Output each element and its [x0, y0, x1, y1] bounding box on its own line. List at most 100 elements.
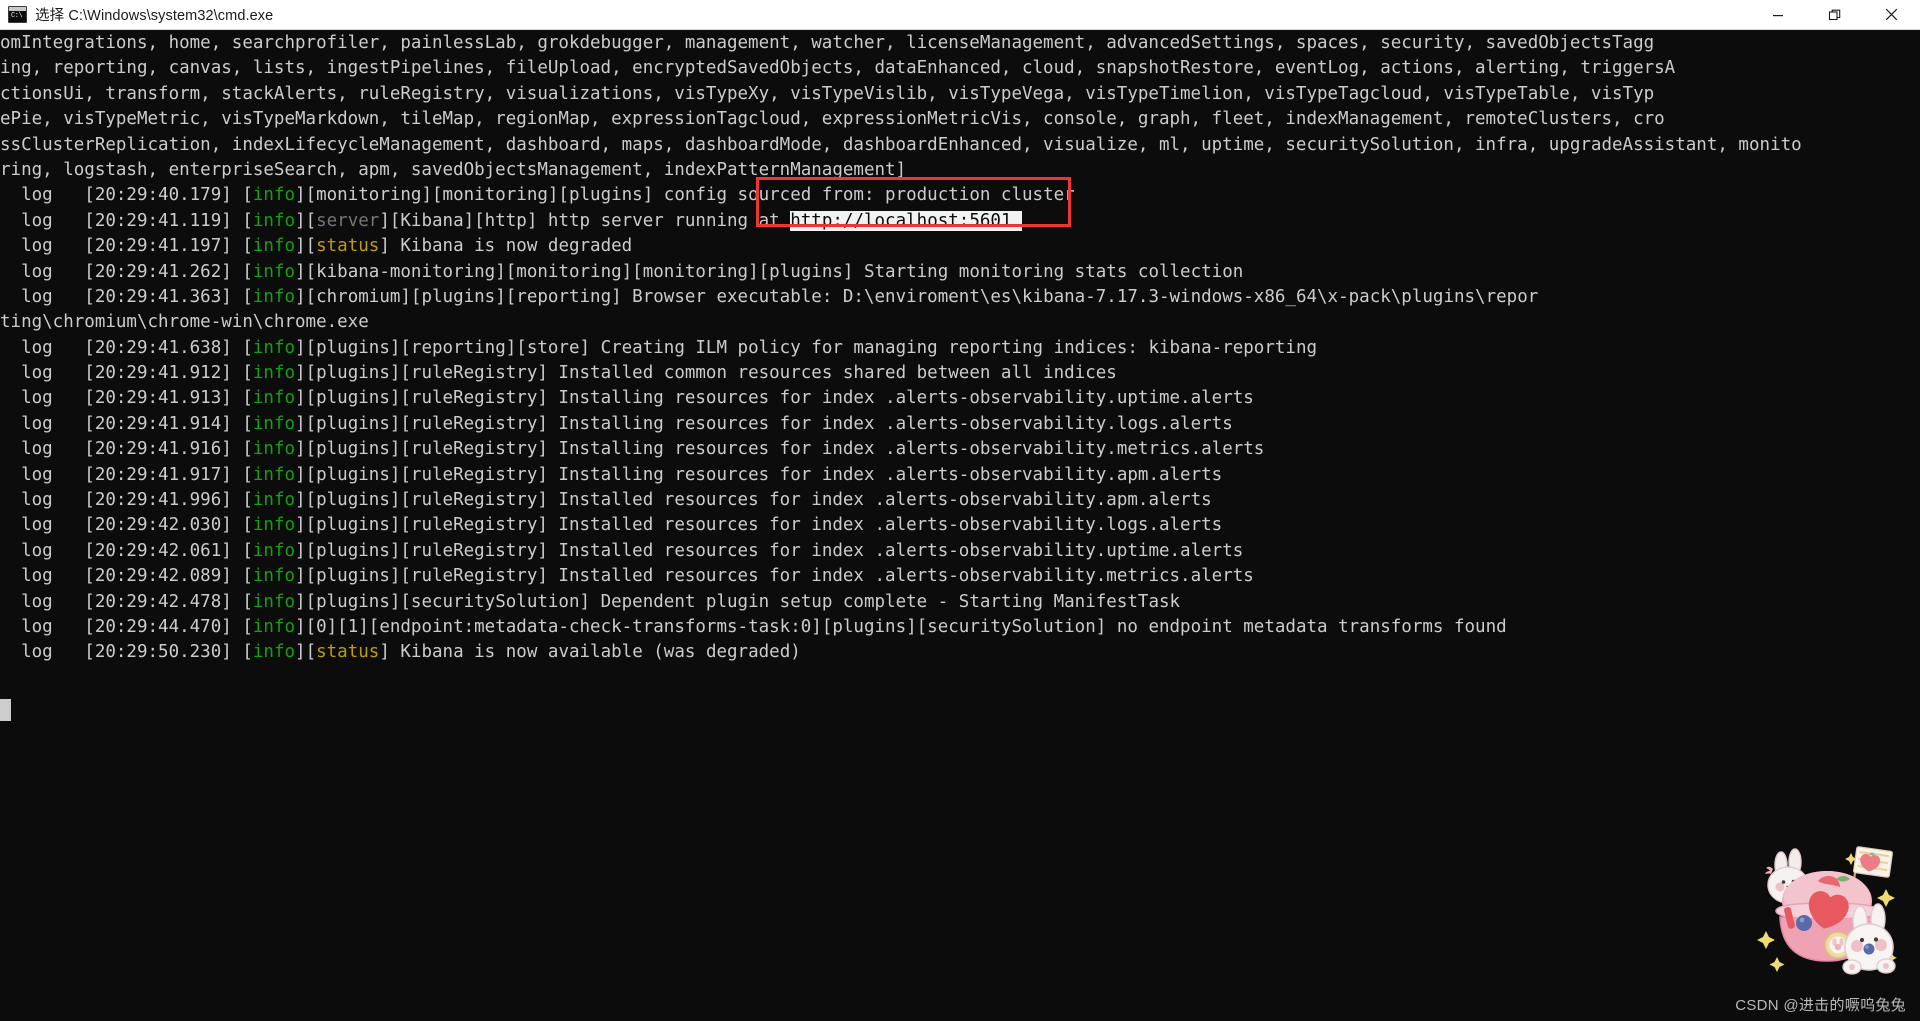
- cmd-icon: C:\: [8, 6, 27, 23]
- console-line: ring, logstash, enterpriseSearch, apm, s…: [0, 158, 1920, 183]
- console-text-span: ][: [295, 236, 317, 257]
- console-text-span: ][plugins][ruleRegistry] Installing reso…: [295, 388, 1254, 409]
- strawberry-bingsu-bunnies-sticker: [1757, 846, 1897, 975]
- console-line: log [20:29:41.363] [info][chromium][plug…: [0, 285, 1920, 310]
- console-text-span: log [20:29:41.913] [: [0, 388, 253, 409]
- console-line: log [20:29:44.470] [info][0][1][endpoint…: [0, 615, 1920, 640]
- console-text-span: info: [252, 388, 296, 409]
- console-line: log [20:29:41.916] [info][plugins][ruleR…: [0, 437, 1920, 462]
- console-line: log [20:29:42.089] [info][plugins][ruleR…: [0, 564, 1920, 589]
- console-text-span: omIntegrations, home, searchprofiler, pa…: [0, 33, 1655, 53]
- console-text-span: info: [252, 540, 296, 561]
- console-text-span: info: [252, 490, 296, 511]
- console-line: log [20:29:41.914] [info][plugins][ruleR…: [0, 412, 1920, 437]
- window-title: 选择 C:\Windows\system32\cmd.exe: [35, 8, 274, 24]
- console-text-span: log [20:29:41.914] [: [0, 413, 253, 434]
- console-text-span: ][plugins][ruleRegistry] Installed resou…: [295, 515, 1223, 536]
- console-text-span: log [20:29:41.917] [: [0, 464, 253, 485]
- console-line: ting\chromium\chrome-win\chrome.exe: [0, 310, 1920, 335]
- console-text-span[interactable]: http://localhost:5601: [790, 210, 1012, 231]
- console-cursor: [0, 699, 11, 721]
- console-text-span: log [20:29:41.912] [: [0, 363, 253, 384]
- console-text-span: info: [252, 286, 296, 307]
- console-text-span: log [20:29:41.916] [: [0, 439, 253, 460]
- console-line: log [20:29:41.912] [info][plugins][ruleR…: [0, 361, 1920, 386]
- csdn-watermark: CSDN @进击的噘呜兔兔: [1735, 997, 1906, 1014]
- console-text-span: log [20:29:41.996] [: [0, 490, 253, 511]
- console-text-span: ][plugins][ruleRegistry] Installed commo…: [295, 363, 1117, 384]
- console-line: log [20:29:42.030] [info][plugins][ruleR…: [0, 513, 1920, 538]
- console-line: ing, reporting, canvas, lists, ingestPip…: [0, 56, 1920, 81]
- console-text-span: info: [252, 439, 296, 460]
- console-text-span: log [20:29:50.230] [: [0, 642, 253, 663]
- console-text-span: ssClusterReplication, indexLifecycleMana…: [0, 134, 1802, 155]
- console-text-span: info: [252, 185, 296, 206]
- restore-button[interactable]: [1806, 0, 1863, 29]
- console-line: log [20:29:41.119] [info][server][Kibana…: [0, 209, 1920, 234]
- console-text-span: info: [252, 236, 296, 257]
- console-text-span: log [20:29:41.262] [: [0, 261, 253, 282]
- console-line: log [20:29:41.917] [info][plugins][ruleR…: [0, 463, 1920, 488]
- close-icon: [1885, 8, 1898, 21]
- console-text-span: info: [252, 515, 296, 536]
- console-text-span: ][0][1][endpoint:metadata-check-transfor…: [295, 616, 1507, 637]
- window-controls: [1749, 0, 1920, 29]
- close-button[interactable]: [1863, 0, 1920, 29]
- console-text-span: info: [252, 591, 296, 612]
- console-text-span: info: [252, 642, 296, 663]
- console-text-span[interactable]: [1011, 210, 1023, 231]
- console-text-span: ] Kibana is now available (was degraded): [379, 642, 801, 663]
- console-text-span: ][: [295, 210, 317, 231]
- console-text-span: info: [252, 261, 296, 282]
- minimize-icon: [1772, 14, 1783, 16]
- console-text-span: ] Kibana is now degraded: [379, 236, 633, 257]
- console-text-span: status: [316, 236, 380, 257]
- console-line: log [20:29:41.262] [info][kibana-monitor…: [0, 260, 1920, 285]
- console-line: log [20:29:41.996] [info][plugins][ruleR…: [0, 488, 1920, 513]
- console-text-span: info: [252, 566, 296, 587]
- console-text-span: log [20:29:40.179] [: [0, 185, 253, 206]
- console-line: log [20:29:41.913] [info][plugins][ruleR…: [0, 386, 1920, 411]
- console-text-span: log [20:29:42.089] [: [0, 566, 253, 587]
- console-text-span: log [20:29:42.478] [: [0, 591, 253, 612]
- console-text-span: log [20:29:44.470] [: [0, 616, 253, 637]
- console-line: log [20:29:41.638] [info][plugins][repor…: [0, 336, 1920, 361]
- console-line: ePie, visTypeMetric, visTypeMarkdown, ti…: [0, 107, 1920, 132]
- console-text-span: ][plugins][ruleRegistry] Installing reso…: [295, 439, 1265, 460]
- console-text-span: log [20:29:42.061] [: [0, 540, 253, 561]
- console-line: log [20:29:50.230] [info][status] Kibana…: [0, 640, 1920, 665]
- titlebar-left-group: C:\ 选择 C:\Windows\system32\cmd.exe: [0, 4, 273, 25]
- console-text-span: ][plugins][ruleRegistry] Installed resou…: [295, 490, 1212, 511]
- console-line: log [20:29:41.197] [info][status] Kibana…: [0, 234, 1920, 259]
- restore-icon: [1828, 9, 1840, 20]
- console-text-span: ][chromium][plugins][reporting] Browser …: [295, 286, 1539, 307]
- console-text-span: ][monitoring][monitoring][plugins] confi…: [295, 185, 1075, 206]
- window-titlebar[interactable]: C:\ 选择 C:\Windows\system32\cmd.exe: [0, 0, 1920, 30]
- console-line: ssClusterReplication, indexLifecycleMana…: [0, 133, 1920, 158]
- console-text-span: ][kibana-monitoring][monitoring][monitor…: [295, 261, 1244, 282]
- console-text-span: log [20:29:41.119] [: [0, 210, 253, 231]
- console-line: log [20:29:40.179] [info][monitoring][mo…: [0, 183, 1920, 208]
- console-text-span: info: [252, 363, 296, 384]
- console-text-span: info: [252, 464, 296, 485]
- console-text-span: ][plugins][ruleRegistry] Installing reso…: [295, 413, 1233, 434]
- console-text-span: log [20:29:41.197] [: [0, 236, 253, 257]
- console-text-span: log [20:29:41.363] [: [0, 286, 253, 307]
- console-output-area[interactable]: omIntegrations, home, searchprofiler, pa…: [0, 30, 1920, 1021]
- cmd-console-window: C:\ 选择 C:\Windows\system32\cmd.exe omInt…: [0, 0, 1920, 1021]
- console-text-span: info: [252, 616, 296, 637]
- console-text-span: ][plugins][ruleRegistry] Installed resou…: [295, 540, 1244, 561]
- console-line: ctionsUi, transform, stackAlerts, ruleRe…: [0, 82, 1920, 107]
- console-text-span: ][plugins][ruleRegistry] Installing reso…: [295, 464, 1223, 485]
- minimize-button[interactable]: [1749, 0, 1806, 29]
- console-text-span: status: [316, 642, 380, 663]
- console-text-span: info: [252, 337, 296, 358]
- console-line: omIntegrations, home, searchprofiler, pa…: [0, 31, 1920, 56]
- console-line: log [20:29:42.478] [info][plugins][secur…: [0, 590, 1920, 615]
- console-text-span: log [20:29:42.030] [: [0, 515, 253, 536]
- console-text-span: info: [252, 413, 296, 434]
- console-text-span: ][plugins][reporting][store] Creating IL…: [295, 337, 1318, 358]
- console-text-span: ][plugins][ruleRegistry] Installed resou…: [295, 566, 1254, 587]
- console-text-span: ePie, visTypeMetric, visTypeMarkdown, ti…: [0, 109, 1665, 130]
- console-line: log [20:29:42.061] [info][plugins][ruleR…: [0, 539, 1920, 564]
